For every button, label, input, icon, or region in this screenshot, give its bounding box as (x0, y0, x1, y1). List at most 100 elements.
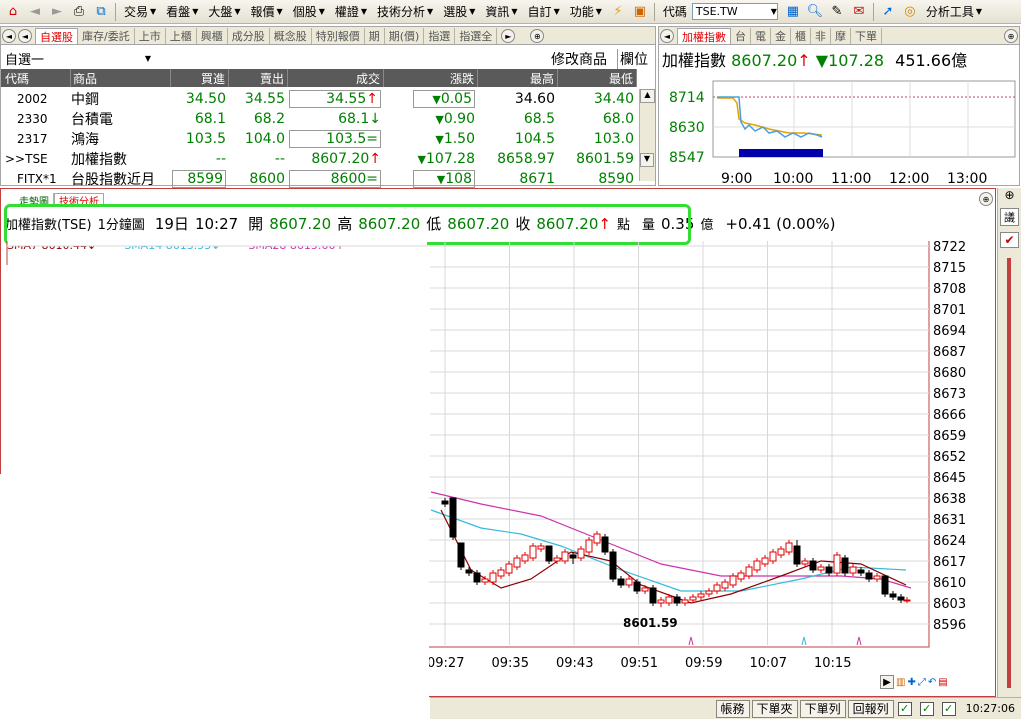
col-change[interactable]: 漲跌 (384, 69, 478, 87)
menu-analysis-tools[interactable]: 分析工具 ▼ (921, 2, 987, 22)
crosshair-icon[interactable]: ✚ (907, 677, 915, 688)
watchlist-scrollbar[interactable]: ▲ ▼ (639, 89, 655, 181)
zoom-icon[interactable]: ⊕ (1004, 29, 1018, 43)
zoom-icon[interactable]: ⊕ (979, 192, 993, 206)
tab-elec[interactable]: 電 (751, 28, 771, 44)
tab-fin[interactable]: 金 (771, 28, 791, 44)
scroll-down-icon[interactable]: ▼ (640, 153, 654, 167)
chart-type-icon[interactable]: ▥ (896, 677, 905, 688)
scroll-right-icon[interactable]: ▶ (880, 675, 894, 689)
edit-products-button[interactable]: 修改商品 (551, 49, 607, 69)
candle-body (521, 554, 529, 562)
menu-info[interactable]: 資訊 ▼ (480, 2, 522, 22)
col-low[interactable]: 最低 (558, 69, 637, 87)
tab-otc-index[interactable]: 櫃 (791, 28, 811, 44)
y-tick-label: 8673 (933, 387, 966, 402)
menu-function[interactable]: 功能 ▼ (565, 2, 607, 22)
candle-body (545, 545, 553, 562)
tab-msci[interactable]: 摩 (831, 28, 851, 44)
candle-body (457, 542, 465, 568)
col-name[interactable]: 商品 (71, 69, 171, 87)
tab-listed[interactable]: 上市 (135, 28, 166, 44)
pointer-icon[interactable]: ➚ (879, 3, 897, 21)
next-tab-icon[interactable]: ► (501, 29, 516, 43)
account-button[interactable]: 帳務 (715, 699, 750, 718)
candle-body (737, 572, 745, 580)
menu-screener[interactable]: 選股 ▼ (438, 2, 480, 22)
draw-icon[interactable]: ▤ (938, 677, 947, 688)
tab-tw[interactable]: 台 (731, 28, 751, 44)
order-icon[interactable]: ▣ (631, 3, 649, 21)
report-bar-button[interactable]: 回報列 (847, 699, 894, 718)
tab-emerging[interactable]: 興櫃 (197, 28, 228, 44)
comment-icon[interactable]: 議 (1000, 208, 1019, 226)
col-bid[interactable]: 買進 (171, 69, 229, 87)
prev-tab-icon[interactable]: ◄ (18, 29, 32, 43)
col-high[interactable]: 最高 (478, 69, 558, 87)
table-row[interactable]: FITX*1 台股指數近月 8599 8600 8600= ▼108 8671 … (1, 169, 637, 189)
menu-watch[interactable]: 看盤 ▼ (161, 2, 203, 22)
tab-concept[interactable]: 概念股 (270, 28, 312, 44)
code-input[interactable]: TSE.TW ▼ (691, 3, 778, 20)
menu-warrant[interactable]: 權證 ▼ (330, 2, 372, 22)
menu-market[interactable]: 大盤 ▼ (203, 2, 245, 22)
back-icon[interactable]: ◄ (26, 3, 44, 21)
col-last[interactable]: 成交 (288, 69, 384, 87)
table-row[interactable]: 2317 鴻海 103.5 104.0 103.5= ▼1.50 104.5 1… (1, 129, 637, 149)
scroll-up-icon[interactable]: ▲ (640, 89, 655, 103)
lightning-icon[interactable]: ⚡ (609, 3, 627, 21)
watchlist-panel: ◄ ◄ 自選股 庫存/委託 上市 上櫃 興櫃 成分股 概念股 特別報價 期 期(… (0, 26, 656, 189)
tab-futures-price[interactable]: 期(價) (385, 28, 425, 44)
tab-futures[interactable]: 期 (365, 28, 385, 44)
undo-icon[interactable]: ↶ (928, 677, 936, 688)
tab-index-options[interactable]: 指選 (424, 28, 456, 44)
tab-watchlist[interactable]: 自選股 (35, 28, 78, 44)
row-last-cell: 8607.20↑ (288, 149, 384, 169)
menu-quote[interactable]: 報價 ▼ (246, 2, 288, 22)
order-bar-button[interactable]: 下單列 (799, 699, 846, 718)
columns-button[interactable]: 欄位 (617, 49, 648, 69)
order-folder-button[interactable]: 下單夾 (751, 699, 798, 718)
tab-special[interactable]: 特別報價 (312, 28, 365, 44)
tab-index-options-all[interactable]: 指選全 (455, 28, 498, 44)
table-row[interactable]: 2002 中鋼 34.50 34.55 34.55↑ ▼0.05 34.60 3… (1, 89, 637, 109)
menu-label: 看盤 (166, 5, 191, 19)
menu-custom[interactable]: 自訂 ▼ (523, 2, 565, 22)
menu-technical[interactable]: 技術分析 ▼ (372, 2, 438, 22)
scroll-track[interactable] (1007, 258, 1011, 688)
zoom-fit-icon[interactable]: ⤢ (918, 677, 926, 688)
status-check-3[interactable]: ✓ (941, 701, 956, 716)
quote-icon[interactable]: ▦ (784, 3, 802, 21)
check-icon[interactable]: ✔ (1000, 232, 1019, 248)
table-row[interactable]: >>TSE 加權指數 -- -- 8607.20↑ ▼107.28 8658.9… (1, 149, 637, 169)
search-icon[interactable]: 🔍︎ (806, 3, 824, 21)
analysis-icon[interactable]: ◎ (901, 3, 919, 21)
tab-components[interactable]: 成分股 (228, 28, 270, 44)
chevron-down-icon[interactable]: ▼ (771, 7, 777, 16)
row-last-cell: 68.1↓ (288, 109, 384, 129)
menu-trade[interactable]: 交易 ▼ (119, 2, 161, 22)
status-check-1[interactable]: ✓ (897, 701, 912, 716)
mini-chart-frame (712, 80, 1016, 158)
tab-otc[interactable]: 上櫃 (166, 28, 197, 44)
tab-order[interactable]: 下單 (851, 28, 882, 44)
status-check-2[interactable]: ✓ (919, 701, 934, 716)
tab-taiex[interactable]: 加權指數 (677, 28, 731, 44)
watchlist-select[interactable]: 自選一 ▼ (5, 49, 151, 68)
menu-stock[interactable]: 個股 ▼ (288, 2, 330, 22)
prev-tab-icon[interactable]: ◄ (660, 29, 674, 43)
print-icon[interactable]: ⎙ (70, 3, 88, 21)
tools-icon[interactable]: ✎ (828, 3, 846, 21)
tab-inventory[interactable]: 庫存/委託 (78, 28, 135, 44)
zoom-icon[interactable]: ⊕ (998, 188, 1021, 202)
col-code[interactable]: 代碼 (1, 69, 71, 87)
alert-icon[interactable]: ✉ (850, 3, 868, 21)
zoom-icon[interactable]: ⊕ (530, 29, 545, 43)
home-icon[interactable]: ⌂ (4, 3, 22, 21)
prev-tab-icon[interactable]: ◄ (2, 29, 16, 43)
col-ask[interactable]: 賣出 (229, 69, 288, 87)
tab-non[interactable]: 非 (811, 28, 831, 44)
table-row[interactable]: 2330 台積電 68.1 68.2 68.1↓ ▼0.90 68.5 68.0 (1, 109, 637, 129)
forward-icon[interactable]: ► (48, 3, 66, 21)
popout-icon[interactable]: ⧉ (92, 3, 110, 21)
